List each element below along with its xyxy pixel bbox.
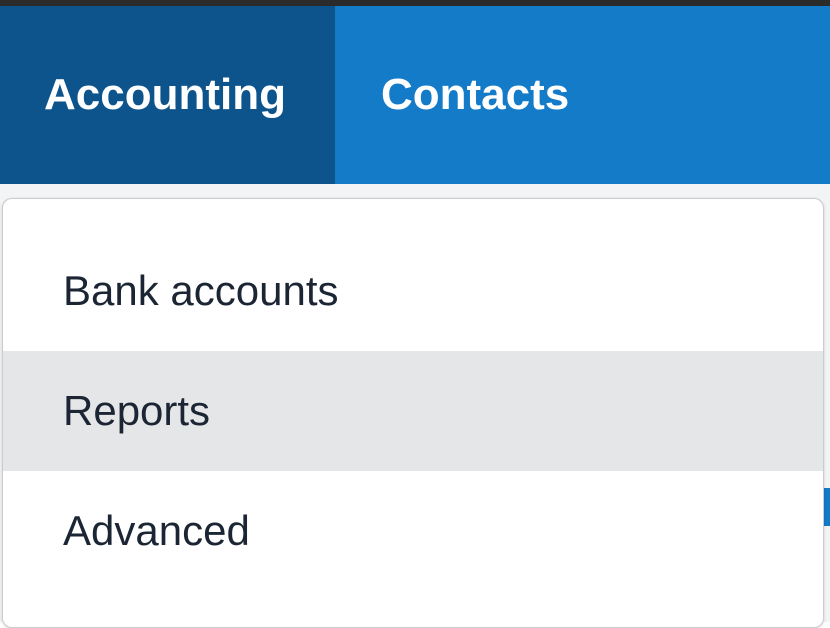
menu-item-advanced-label: Advanced: [63, 507, 250, 554]
dropdown-menu-list: Bank accounts Reports Advanced: [3, 231, 823, 591]
menu-item-bank-accounts[interactable]: Bank accounts: [3, 231, 823, 351]
menu-item-bank-accounts-label: Bank accounts: [63, 267, 339, 314]
nav-tab-accounting[interactable]: Accounting: [0, 6, 335, 184]
menu-item-advanced[interactable]: Advanced: [3, 471, 823, 591]
nav-tab-contacts[interactable]: Contacts: [335, 6, 569, 184]
accounting-dropdown-menu: Bank accounts Reports Advanced: [2, 198, 824, 628]
nav-tab-accounting-label: Accounting: [44, 70, 286, 119]
menu-item-reports-label: Reports: [63, 387, 211, 434]
top-navigation-bar: Accounting Contacts: [0, 6, 830, 184]
nav-tab-contacts-label: Contacts: [381, 70, 570, 119]
menu-item-reports[interactable]: Reports: [3, 351, 823, 471]
